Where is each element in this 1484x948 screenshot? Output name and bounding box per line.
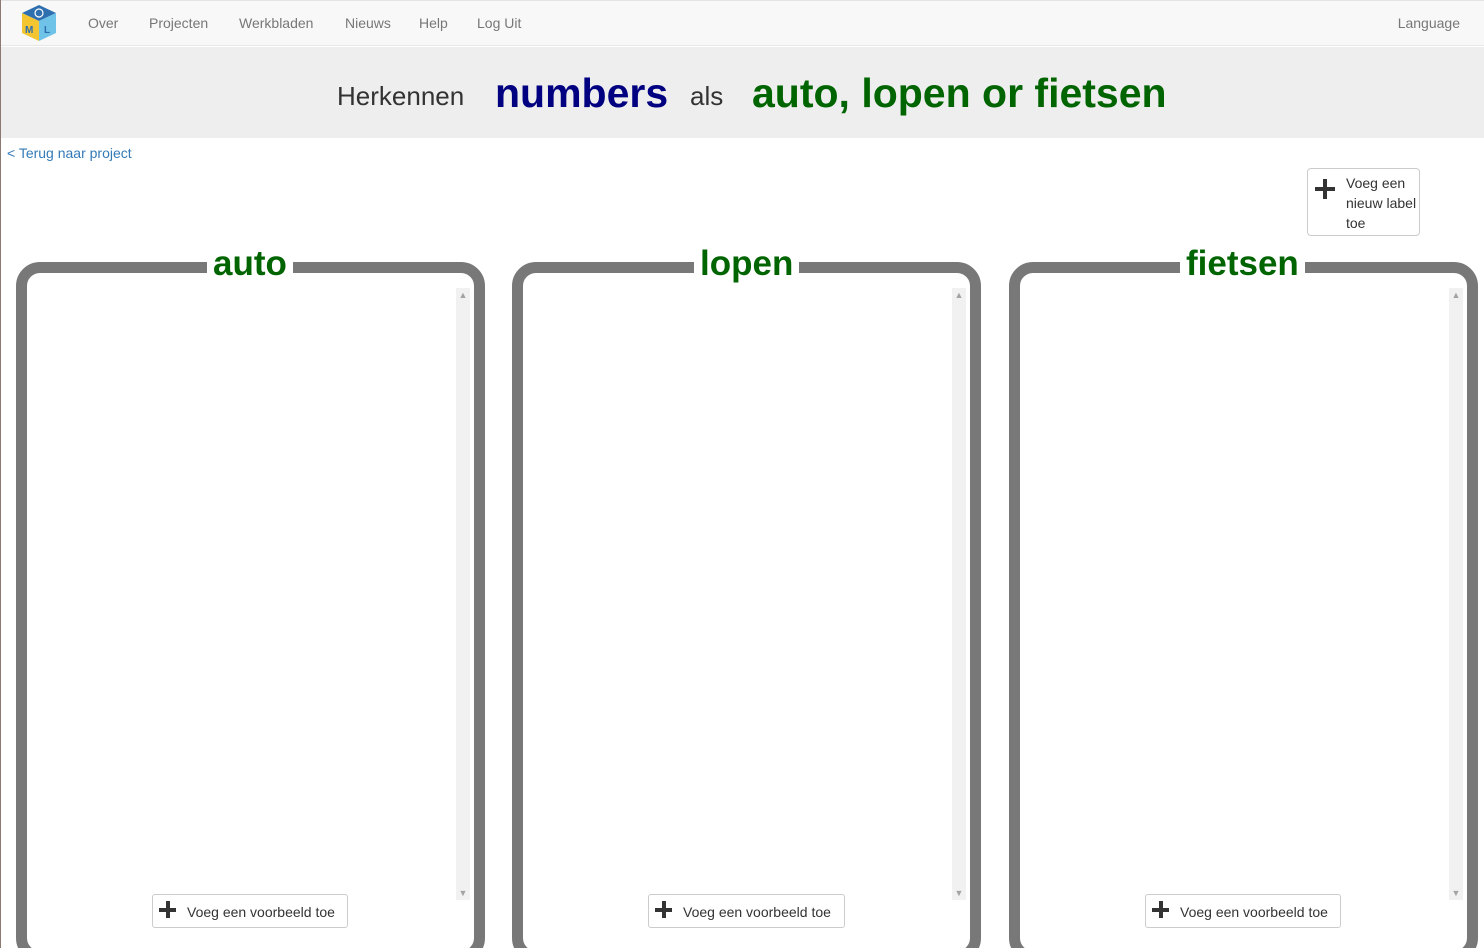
nav-werkbladen[interactable]: Werkbladen xyxy=(239,15,313,31)
chevron-up-icon[interactable]: ▲ xyxy=(952,288,966,302)
header-project-type: numbers xyxy=(495,70,669,116)
chevron-down-icon[interactable]: ▼ xyxy=(952,886,966,900)
ml-logo-icon[interactable]: M L xyxy=(20,3,58,43)
project-header: Herkennen numbers als auto, lopen or fie… xyxy=(1,47,1484,138)
nav-log-uit[interactable]: Log Uit xyxy=(477,15,521,31)
nav-over[interactable]: Over xyxy=(88,15,118,31)
plus-icon xyxy=(159,901,176,918)
nav-help[interactable]: Help xyxy=(419,15,448,31)
bucket-title-lopen: lopen xyxy=(694,244,800,284)
add-example-text: Voeg een voorbeeld toe xyxy=(187,904,335,920)
label-bucket-fietsen: ▲ ▼ Voeg een voorbeeld toe xyxy=(1009,262,1478,948)
add-example-button-fietsen[interactable]: Voeg een voorbeeld toe xyxy=(1145,894,1341,928)
nav-nieuws[interactable]: Nieuws xyxy=(345,15,391,31)
add-new-label-text: Voeg een nieuw label toe xyxy=(1346,175,1417,231)
header-recognise-text: Herkennen xyxy=(337,81,465,111)
bucket-scrollbar[interactable]: ▲ ▼ xyxy=(456,288,470,900)
bucket-title-auto: auto xyxy=(207,244,293,284)
chevron-down-icon[interactable]: ▼ xyxy=(456,886,470,900)
bucket-scrollbar[interactable]: ▲ ▼ xyxy=(952,288,966,900)
back-to-project-link[interactable]: < Terug naar project xyxy=(7,145,132,161)
nav-projecten[interactable]: Projecten xyxy=(149,15,208,31)
add-example-text: Voeg een voorbeeld toe xyxy=(683,904,831,920)
header-labels-summary: auto, lopen or fietsen xyxy=(752,70,1167,116)
add-example-text: Voeg een voorbeeld toe xyxy=(1180,904,1328,920)
language-menu[interactable]: Language xyxy=(1398,15,1460,31)
add-new-label-button[interactable]: Voeg een nieuw label toe xyxy=(1307,168,1420,236)
add-example-button-lopen[interactable]: Voeg een voorbeeld toe xyxy=(648,894,845,928)
chevron-up-icon[interactable]: ▲ xyxy=(456,288,470,302)
chevron-down-icon[interactable]: ▼ xyxy=(1449,886,1463,900)
plus-icon xyxy=(655,901,672,918)
top-navbar: M L Over Projecten Werkbladen Nieuws Hel… xyxy=(1,0,1484,46)
bucket-scrollbar[interactable]: ▲ ▼ xyxy=(1449,288,1463,900)
label-bucket-auto: ▲ ▼ Voeg een voorbeeld toe xyxy=(16,262,485,948)
header-as-text: als xyxy=(690,81,724,111)
bucket-title-fietsen: fietsen xyxy=(1180,244,1305,284)
logo-letter-l: L xyxy=(44,25,50,36)
plus-icon xyxy=(1315,179,1335,199)
add-example-button-auto[interactable]: Voeg een voorbeeld toe xyxy=(152,894,348,928)
plus-icon xyxy=(1152,901,1169,918)
label-bucket-lopen: ▲ ▼ Voeg een voorbeeld toe xyxy=(512,262,981,948)
logo-letter-m: M xyxy=(25,25,33,36)
chevron-up-icon[interactable]: ▲ xyxy=(1449,288,1463,302)
